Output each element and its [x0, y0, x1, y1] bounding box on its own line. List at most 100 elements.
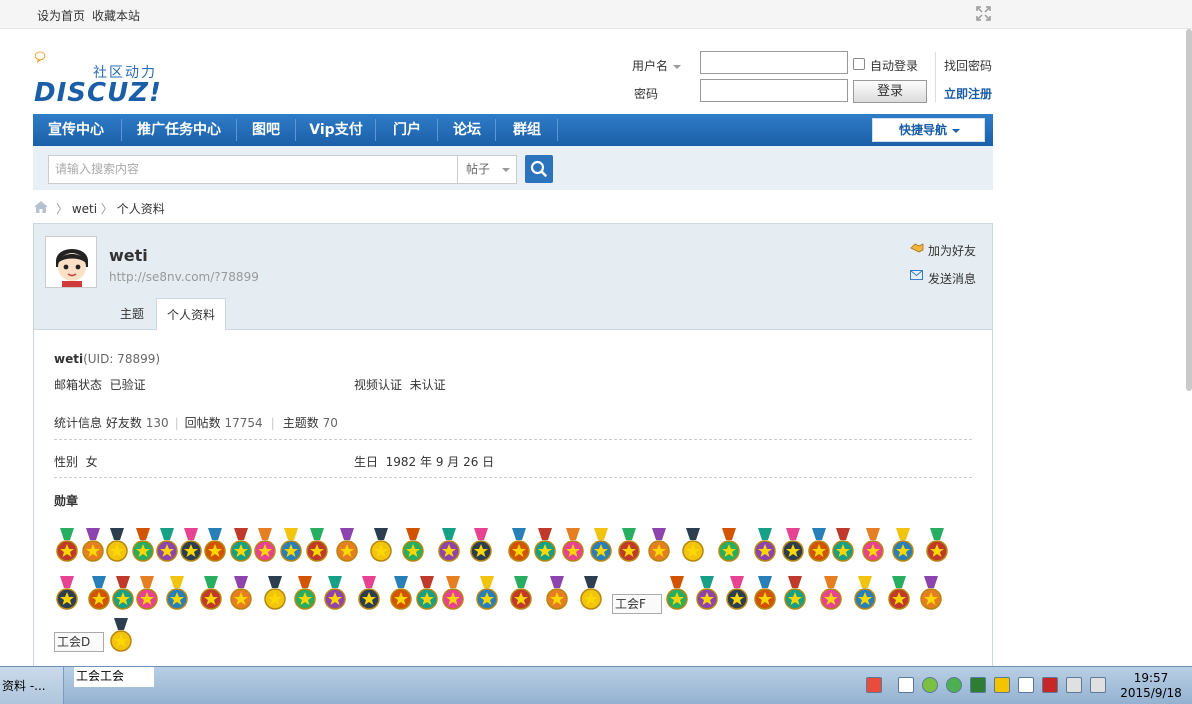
fullscreen-icon[interactable] [976, 6, 991, 21]
tray-icon[interactable] [1042, 677, 1058, 693]
nav-item-groups[interactable]: 群组 [503, 114, 551, 146]
medal-image-broken[interactable]: 工会D [54, 632, 104, 652]
medal-icon[interactable] [198, 576, 224, 612]
medal-icon[interactable] [474, 576, 500, 612]
nav-item-portal[interactable]: 门户 [383, 114, 431, 146]
replies-count[interactable]: 17754 [224, 416, 262, 430]
medal-icon[interactable] [782, 576, 808, 612]
nav-item-tasks[interactable]: 推广任务中心 [129, 114, 229, 146]
nav-item-photos[interactable]: 图吧 [243, 114, 289, 146]
password-field[interactable] [700, 79, 848, 102]
medal-icon[interactable] [918, 576, 944, 612]
profile-url[interactable]: http://se8nv.com/?78899 [109, 270, 259, 284]
search-input[interactable]: 请输入搜索内容 [48, 155, 457, 184]
medal-icon[interactable] [724, 576, 750, 612]
medal-icon[interactable] [924, 528, 950, 564]
tray-icon[interactable] [1066, 677, 1082, 693]
medal-icon[interactable] [752, 576, 778, 612]
add-friend-link[interactable]: 加为好友 [928, 242, 976, 259]
medal-icon[interactable] [134, 576, 160, 612]
register-link[interactable]: 立即注册 [944, 85, 992, 102]
medal-icon[interactable] [716, 528, 742, 564]
medal-icon[interactable] [830, 528, 856, 564]
tray-icon[interactable] [866, 677, 882, 693]
medal-icon[interactable] [164, 576, 190, 612]
send-message-link[interactable]: 发送消息 [928, 270, 976, 287]
home-icon[interactable] [33, 200, 49, 214]
medal-icon[interactable] [560, 528, 586, 564]
medal-icon[interactable] [178, 528, 204, 564]
medal-icon[interactable] [54, 528, 80, 564]
nav-item-forum[interactable]: 论坛 [445, 114, 489, 146]
clock[interactable]: 19:57 2015/9/18 [1118, 671, 1184, 701]
medal-icon[interactable] [694, 576, 720, 612]
avatar[interactable] [45, 236, 97, 288]
medal-icon[interactable] [852, 576, 878, 612]
page-scrollbar[interactable] [1186, 29, 1192, 391]
tray-icon[interactable] [1090, 677, 1106, 693]
medal-icon[interactable] [506, 528, 532, 564]
medal-icon[interactable] [414, 576, 440, 612]
medal-icon[interactable] [86, 576, 112, 612]
medal-icon[interactable] [440, 576, 466, 612]
username-field[interactable] [700, 51, 848, 74]
medal-icon[interactable] [886, 576, 912, 612]
medal-icon[interactable] [80, 528, 106, 564]
medal-icon[interactable] [202, 528, 228, 564]
tab-profile[interactable]: 个人资料 [156, 298, 226, 331]
medal-icon[interactable] [356, 576, 382, 612]
medal-icon[interactable] [752, 528, 778, 564]
taskbar-item-browser[interactable]: 资料 -... [0, 667, 64, 704]
medal-icon[interactable] [322, 576, 348, 612]
friends-count[interactable]: 130 [146, 416, 169, 430]
medal-icon[interactable] [278, 528, 304, 564]
medal-icon[interactable] [646, 528, 672, 564]
search-button[interactable] [525, 155, 553, 183]
medal-icon[interactable] [890, 528, 916, 564]
medal-icon[interactable] [304, 528, 330, 564]
tray-icon[interactable] [898, 677, 914, 693]
auto-login-checkbox[interactable] [853, 58, 865, 70]
medal-icon[interactable] [54, 576, 80, 612]
auto-login-label[interactable]: 自动登录 [870, 57, 918, 74]
medal-icon[interactable] [532, 528, 558, 564]
medal-icon[interactable] [108, 618, 134, 654]
bookmark-link[interactable]: 收藏本站 [92, 7, 140, 24]
quick-nav-button[interactable]: 快捷导航 [872, 118, 985, 142]
medal-icon[interactable] [468, 528, 494, 564]
medal-icon[interactable] [334, 528, 360, 564]
tray-icon[interactable] [970, 677, 986, 693]
medal-icon[interactable] [104, 528, 130, 564]
medal-icon[interactable] [508, 576, 534, 612]
medal-image-broken[interactable]: 工会F [612, 594, 662, 614]
login-button[interactable]: 登录 [853, 80, 927, 103]
medal-icon[interactable] [368, 528, 394, 564]
medal-icon[interactable] [130, 528, 156, 564]
medal-icon[interactable] [400, 528, 426, 564]
medal-icon[interactable] [544, 576, 570, 612]
medal-icon[interactable] [806, 528, 832, 564]
medal-icon[interactable] [860, 528, 886, 564]
taskbar-item-window[interactable]: 工会工会 [74, 667, 154, 687]
medal-icon[interactable] [262, 576, 288, 612]
medal-icon[interactable] [616, 528, 642, 564]
medal-icon[interactable] [588, 528, 614, 564]
medal-icon[interactable] [154, 528, 180, 564]
medal-icon[interactable] [110, 576, 136, 612]
medal-icon[interactable] [818, 576, 844, 612]
medal-icon[interactable] [578, 576, 604, 612]
medal-icon[interactable] [252, 528, 278, 564]
medal-icon[interactable] [228, 576, 254, 612]
medal-icon[interactable] [664, 576, 690, 612]
medal-icon[interactable] [680, 528, 706, 564]
medal-icon[interactable] [780, 528, 806, 564]
medal-icon[interactable] [228, 528, 254, 564]
tray-icon[interactable] [1018, 677, 1034, 693]
tray-icon[interactable] [922, 677, 938, 693]
tray-icon[interactable] [994, 677, 1010, 693]
tab-topics[interactable]: 主题 [110, 298, 154, 330]
medal-icon[interactable] [292, 576, 318, 612]
medal-icon[interactable] [388, 576, 414, 612]
nav-item-promo[interactable]: 宣传中心 [37, 114, 115, 146]
tray-icon[interactable] [946, 677, 962, 693]
